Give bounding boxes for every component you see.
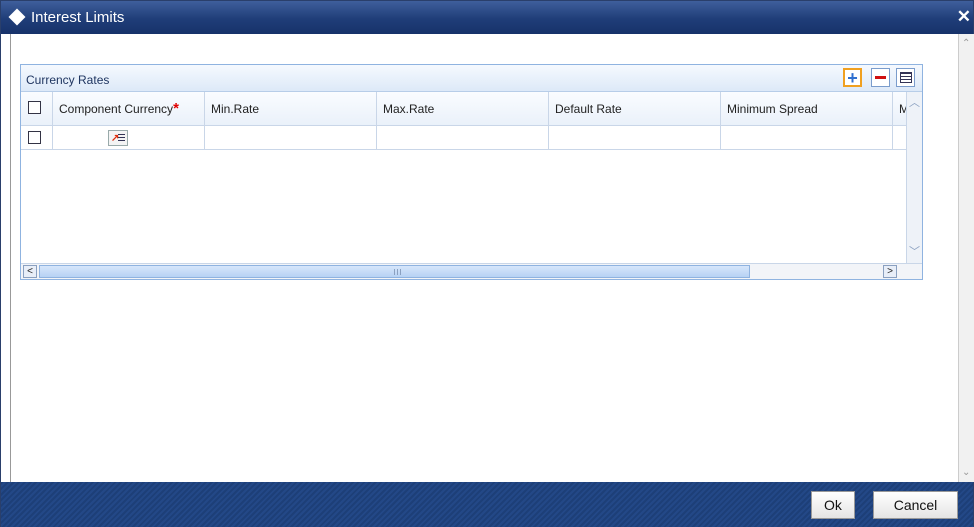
- cancel-button[interactable]: Cancel: [873, 491, 958, 519]
- column-header-default-rate[interactable]: Default Rate: [549, 92, 721, 126]
- delete-row-button[interactable]: [871, 68, 890, 87]
- scroll-left-icon[interactable]: <: [23, 265, 37, 278]
- close-icon[interactable]: ✕: [957, 7, 971, 27]
- scroll-up-icon[interactable]: ⌃: [962, 38, 970, 49]
- table-row: ↗: [21, 126, 906, 150]
- scroll-right-icon[interactable]: >: [883, 265, 897, 278]
- main-vertical-scrollbar[interactable]: ⌃ ⌄: [958, 34, 974, 482]
- single-view-button[interactable]: [896, 68, 915, 87]
- scroll-up-icon[interactable]: ︿: [909, 94, 920, 110]
- lov-button[interactable]: ↗: [108, 130, 128, 146]
- ok-button[interactable]: Ok: [811, 491, 855, 519]
- footer-bar: Ok Cancel: [1, 482, 973, 527]
- diamond-icon: [8, 8, 26, 26]
- plus-icon: +: [847, 67, 858, 88]
- grid-header-row: Component Currency* Min.Rate Max.Rate De…: [21, 92, 906, 126]
- row-select-cell: [21, 126, 53, 150]
- minus-icon: [875, 76, 886, 79]
- select-all-checkbox[interactable]: [28, 101, 41, 114]
- scroll-down-icon[interactable]: ⌄: [962, 467, 970, 478]
- row-checkbox[interactable]: [28, 131, 41, 144]
- list-icon: [899, 72, 912, 83]
- select-all-cell: [21, 92, 53, 126]
- column-header-min-rate[interactable]: Min.Rate: [205, 92, 377, 126]
- grid-horizontal-scrollbar[interactable]: < >: [21, 263, 922, 279]
- panel-title: Currency Rates: [26, 73, 110, 87]
- window-title: Interest Limits: [31, 9, 125, 26]
- column-header-minimum-spread[interactable]: Minimum Spread: [721, 92, 893, 126]
- scrollbar-thumb[interactable]: [39, 265, 750, 278]
- grip-icon: [394, 269, 402, 275]
- default-rate-cell[interactable]: [549, 126, 721, 150]
- interest-limits-window: Interest Limits ✕ ⌃ ⌄ Currency Rates + C…: [0, 0, 974, 527]
- column-label: Component Currency: [59, 102, 174, 116]
- panel-header: Currency Rates +: [21, 65, 922, 92]
- scroll-down-icon[interactable]: ﹀: [909, 243, 920, 259]
- column-header-component-currency[interactable]: Component Currency*: [53, 92, 205, 126]
- column-header-max-rate[interactable]: Max.Rate: [377, 92, 549, 126]
- required-marker: *: [173, 100, 179, 117]
- max-rate-cell[interactable]: [377, 126, 549, 150]
- minimum-spread-cell[interactable]: [721, 126, 893, 150]
- currency-rates-panel: Currency Rates + Component Currency* Min…: [20, 64, 923, 280]
- title-bar: Interest Limits ✕: [1, 1, 973, 34]
- column-header-truncated[interactable]: M: [893, 92, 906, 126]
- component-currency-cell[interactable]: ↗: [53, 126, 205, 150]
- min-rate-cell[interactable]: [205, 126, 377, 150]
- add-row-button[interactable]: +: [843, 68, 862, 87]
- grid-vertical-scrollbar[interactable]: ︿ ﹀: [906, 92, 922, 263]
- list-lines-icon: [118, 134, 125, 143]
- currency-rates-grid: Component Currency* Min.Rate Max.Rate De…: [21, 92, 906, 263]
